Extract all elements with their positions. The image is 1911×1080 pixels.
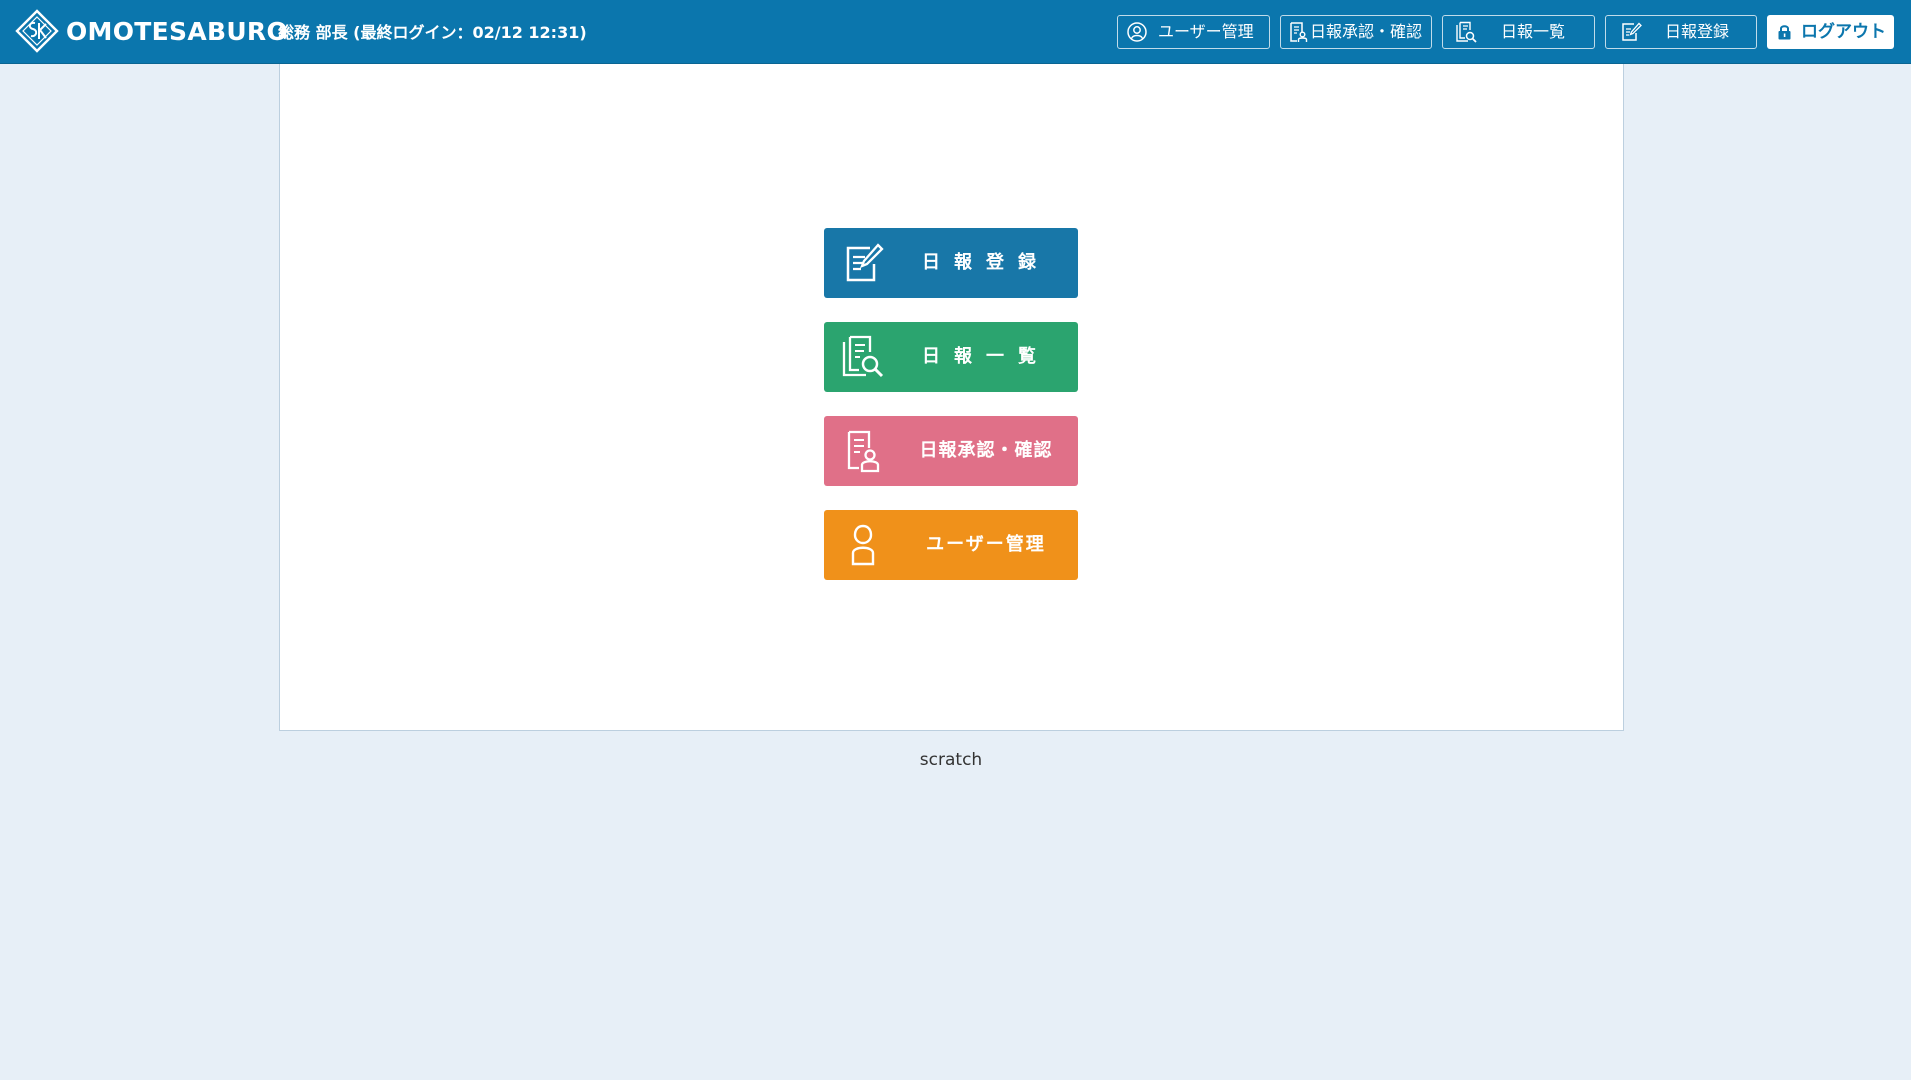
user-circle-icon: [1127, 22, 1147, 42]
logout-label: ログアウト: [1801, 22, 1886, 42]
logout-button[interactable]: ログアウト: [1767, 15, 1894, 49]
report-approve-label: 日報承認・確認: [919, 440, 1053, 461]
nav-approve-label: 日報承認・確認: [1310, 22, 1423, 41]
nav-report-list-button[interactable]: 日報一覧: [1442, 15, 1595, 49]
nav-report-register-label: 日報登録: [1665, 22, 1730, 41]
report-list-label: 日報一覧: [922, 346, 1050, 367]
document-search-icon: [842, 335, 884, 378]
footer-text: scratch: [919, 750, 983, 770]
lock-icon: [1778, 25, 1791, 40]
document-person-icon: [1290, 22, 1308, 42]
top-header: OMOTESABURO 総務 部長 (最終ログイン：02/12 12:31) ユ…: [0, 0, 1911, 64]
logo-icon[interactable]: [15, 9, 59, 53]
nav-report-list-label: 日報一覧: [1501, 22, 1566, 41]
nav-user-management-label: ユーザー管理: [1158, 22, 1254, 41]
document-edit-icon: [1622, 22, 1642, 41]
document-edit-icon: [846, 243, 884, 282]
user-management-label: ユーザー管理: [926, 534, 1046, 555]
nav-user-management-button[interactable]: ユーザー管理: [1117, 15, 1270, 49]
login-info: 総務 部長 (最終ログイン：02/12 12:31): [278, 23, 587, 42]
report-register-button[interactable]: 日報登録: [824, 228, 1078, 298]
report-list-button[interactable]: 日報一覧: [824, 322, 1078, 392]
user-icon: [851, 524, 875, 566]
report-approve-button[interactable]: 日報承認・確認: [824, 416, 1078, 486]
nav-approve-button[interactable]: 日報承認・確認: [1280, 15, 1432, 49]
brand-name[interactable]: OMOTESABURO: [66, 17, 288, 47]
document-person-icon: [847, 430, 880, 473]
nav-report-register-button[interactable]: 日報登録: [1605, 15, 1757, 49]
user-management-button[interactable]: ユーザー管理: [824, 510, 1078, 580]
main-panel: [279, 64, 1624, 731]
document-search-icon: [1456, 21, 1477, 43]
report-register-label: 日報登録: [922, 252, 1050, 273]
